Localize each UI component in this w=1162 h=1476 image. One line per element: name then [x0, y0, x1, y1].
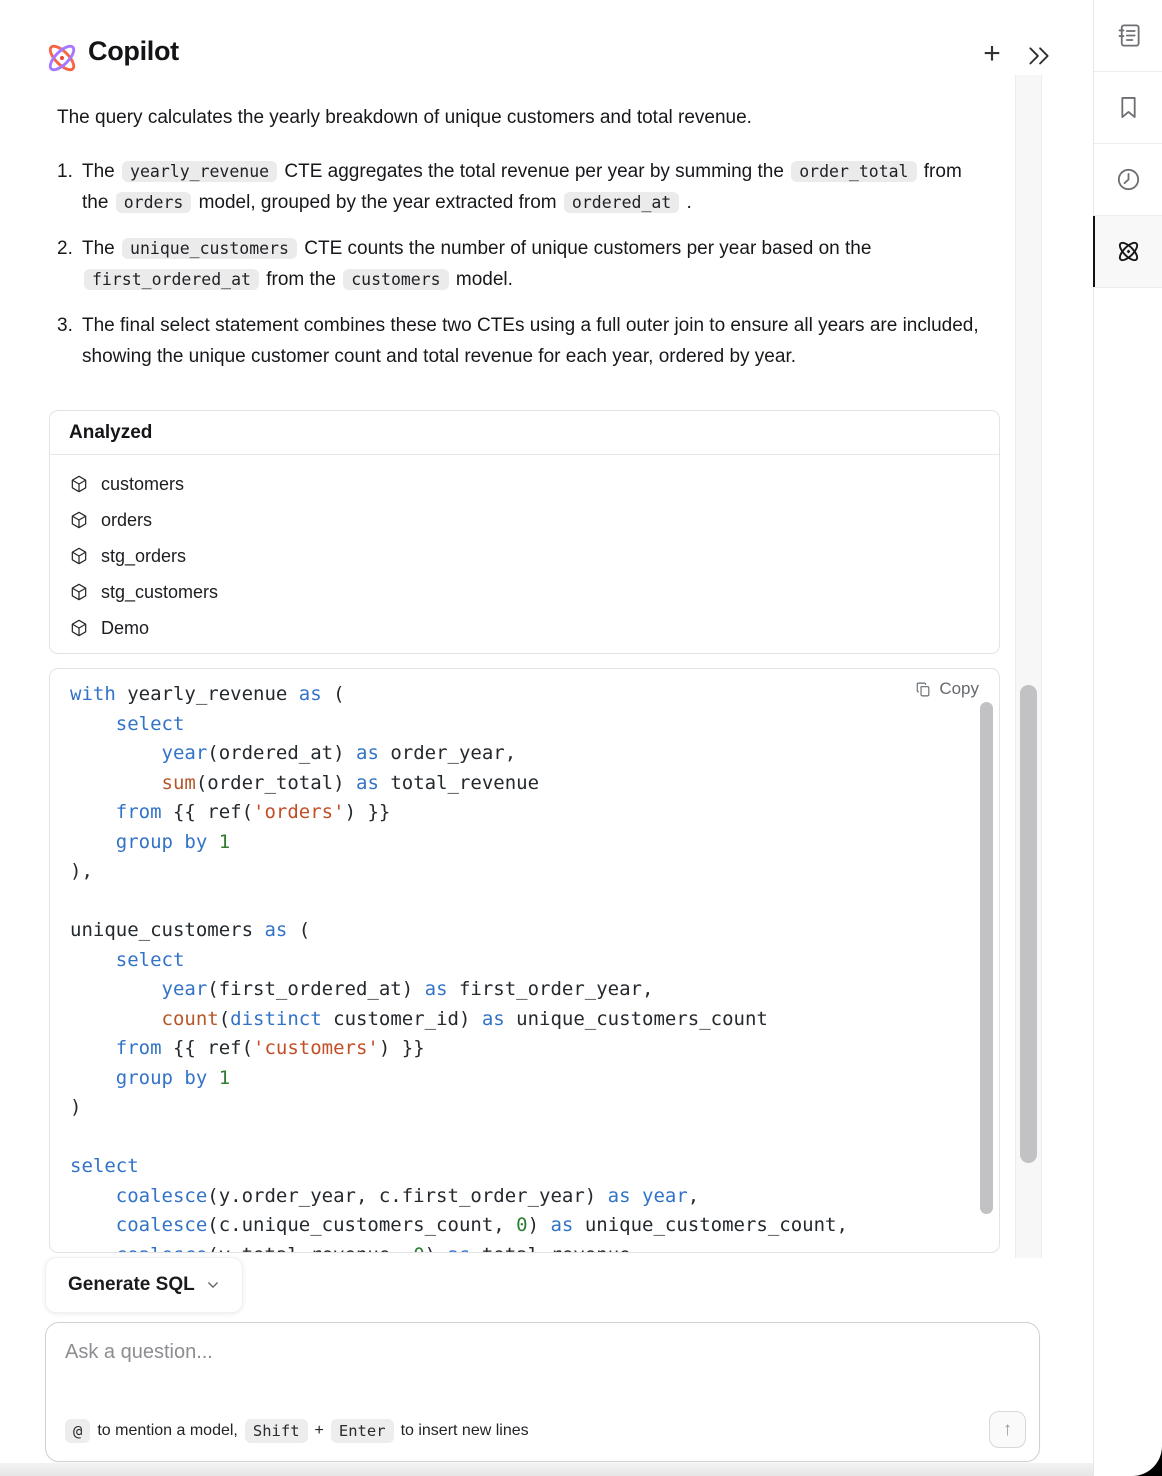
code-line: year(first_ordered_at) as first_order_ye…: [70, 975, 979, 1005]
step-item: 1.The yearly_revenue CTE aggregates the …: [57, 156, 990, 218]
code-scrollbar-thumb[interactable]: [980, 702, 993, 1214]
step-number: 3.: [57, 310, 82, 372]
window-bottom-edge: [0, 1463, 1093, 1476]
copilot-panel: Copilot + The query calculates the yearl…: [0, 0, 1162, 1476]
code-line: select: [70, 946, 979, 976]
model-name: Demo: [101, 618, 149, 639]
code-line: from {{ ref('orders') }}: [70, 798, 979, 828]
generate-sql-label: Generate SQL: [68, 1274, 195, 1296]
inline-code-chip: Shift: [245, 1419, 308, 1443]
new-thread-button[interactable]: +: [974, 36, 1010, 72]
code-line: coalesce(y.total_revenue, 0) as total_re…: [70, 1241, 979, 1254]
analyzed-model-row[interactable]: customers: [69, 466, 980, 502]
right-toolbar: [1093, 0, 1162, 1476]
code-line: sum(order_total) as total_revenue: [70, 769, 979, 799]
panel-title: Copilot: [88, 36, 179, 67]
step-item: 3.The final select statement combines th…: [57, 310, 990, 372]
analyzed-title: Analyzed: [50, 411, 999, 455]
code-line: unique_customers as (: [70, 916, 979, 946]
code-line: select: [70, 710, 979, 740]
inline-code-chip: ordered_at: [564, 192, 679, 213]
sidebar-item-notebook[interactable]: [1094, 0, 1162, 72]
model-cube-icon: [69, 618, 89, 638]
copilot-logo-icon: [44, 40, 80, 76]
code-line: select: [70, 1152, 979, 1182]
window-corner-mask: [1116, 1444, 1162, 1476]
panel-scrollbar-thumb[interactable]: [1020, 685, 1037, 1163]
panel-scrollbar-track[interactable]: [1015, 75, 1042, 1258]
model-cube-icon: [69, 582, 89, 602]
inline-code-chip: order_total: [791, 161, 916, 182]
step-number: 2.: [57, 233, 82, 295]
inline-code-chip: yearly_revenue: [122, 161, 277, 182]
step-text: The yearly_revenue CTE aggregates the to…: [82, 156, 990, 218]
step-text: The unique_customers CTE counts the numb…: [82, 233, 990, 295]
code-line: ): [70, 1093, 979, 1123]
send-button[interactable]: ↑: [989, 1411, 1026, 1448]
chevrons-right-icon: [1026, 44, 1052, 68]
code-line: group by 1: [70, 828, 979, 858]
step-number: 1.: [57, 156, 82, 218]
sql-code-block: with yearly_revenue as ( select year(ord…: [49, 668, 1000, 1253]
analyzed-model-row[interactable]: orders: [69, 502, 980, 538]
code-line: coalesce(y.order_year, c.first_order_yea…: [70, 1182, 979, 1212]
sidebar-item-copilot[interactable]: [1094, 216, 1162, 288]
model-cube-icon: [69, 546, 89, 566]
code-line: [70, 887, 979, 917]
notebook-icon: [1115, 22, 1142, 49]
inline-code-chip: @: [65, 1419, 90, 1443]
code-line: with yearly_revenue as (: [70, 680, 979, 710]
window-corner: [1116, 1444, 1162, 1476]
code-line: from {{ ref('customers') }}: [70, 1034, 979, 1064]
inline-code-chip: first_ordered_at: [84, 269, 259, 290]
collapse-panel-button[interactable]: [1026, 44, 1052, 66]
model-name: customers: [101, 474, 184, 495]
bookmark-icon: [1115, 94, 1142, 121]
inline-code-chip: customers: [343, 269, 448, 290]
model-name: orders: [101, 510, 152, 531]
inline-code-chip: unique_customers: [122, 238, 297, 259]
copy-label: Copy: [939, 679, 979, 699]
analyzed-model-list: customers orders stg_orders stg_customer…: [50, 455, 999, 653]
inline-code-chip: orders: [116, 192, 192, 213]
step-text: The final select statement combines thes…: [82, 310, 990, 372]
code-line: group by 1: [70, 1064, 979, 1094]
generate-sql-button[interactable]: Generate SQL: [45, 1257, 243, 1313]
copilot-icon: [1115, 238, 1142, 265]
model-cube-icon: [69, 510, 89, 530]
chevron-down-icon: [206, 1278, 220, 1292]
step-item: 2.The unique_customers CTE counts the nu…: [57, 233, 990, 295]
code-line: ),: [70, 857, 979, 887]
arrow-up-icon: ↑: [1003, 1419, 1013, 1440]
code-line: [70, 1123, 979, 1153]
analyzed-model-row[interactable]: Demo: [69, 610, 980, 646]
input-hints: @to mention a model,Shift+Enterto insert…: [65, 1419, 529, 1443]
steps-list: 1.The yearly_revenue CTE aggregates the …: [57, 156, 990, 387]
code-lines: with yearly_revenue as ( select year(ord…: [50, 669, 999, 1253]
model-name: stg_customers: [101, 582, 218, 603]
code-line: coalesce(c.unique_customers_count, 0) as…: [70, 1211, 979, 1241]
copy-icon: [915, 681, 932, 698]
code-line: year(ordered_at) as order_year,: [70, 739, 979, 769]
analyzed-card: Analyzed customers orders stg_orders stg…: [49, 410, 1000, 654]
history-clock-icon: [1115, 166, 1142, 193]
sidebar-item-history[interactable]: [1094, 144, 1162, 216]
summary-text: The query calculates the yearly breakdow…: [57, 103, 977, 133]
ask-question-input[interactable]: Ask a question...: [65, 1341, 213, 1364]
analyzed-model-row[interactable]: stg_customers: [69, 574, 980, 610]
model-name: stg_orders: [101, 546, 186, 567]
model-cube-icon: [69, 474, 89, 494]
ask-question-box[interactable]: Ask a question... @to mention a model,Sh…: [45, 1322, 1040, 1462]
copy-button[interactable]: Copy: [915, 679, 979, 699]
inline-code-chip: Enter: [331, 1419, 394, 1443]
sidebar-item-bookmarks[interactable]: [1094, 72, 1162, 144]
code-line: count(distinct customer_id) as unique_cu…: [70, 1005, 979, 1035]
analyzed-model-row[interactable]: stg_orders: [69, 538, 980, 574]
